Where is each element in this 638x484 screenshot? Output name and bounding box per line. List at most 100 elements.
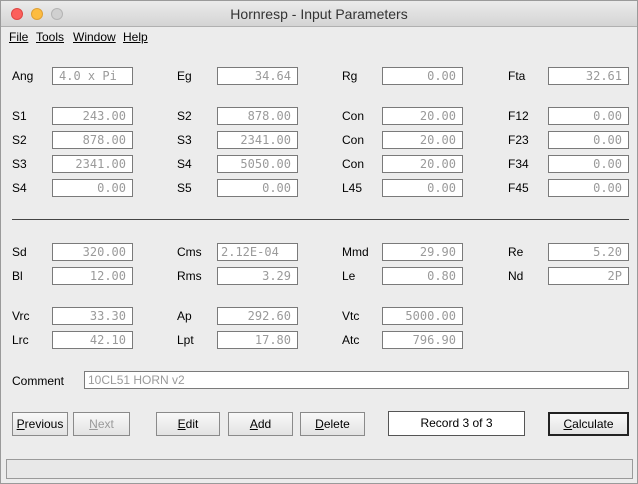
menu-window[interactable]: Window bbox=[73, 30, 116, 44]
previous-button[interactable]: Previous bbox=[12, 412, 68, 436]
menu-tools-label: Tools bbox=[36, 30, 65, 44]
menu-file[interactable]: File bbox=[9, 30, 28, 44]
field-f45[interactable]: 0.00 bbox=[548, 179, 629, 197]
field-sd[interactable]: 320.00 bbox=[52, 243, 133, 261]
label-cms: Cms bbox=[177, 245, 202, 259]
label-lrc: Lrc bbox=[12, 333, 29, 347]
field-mmd[interactable]: 29.90 bbox=[382, 243, 463, 261]
add-button[interactable]: Add bbox=[228, 412, 293, 436]
previous-rest: revious bbox=[24, 417, 64, 431]
window-title: Hornresp - Input Parameters bbox=[230, 6, 408, 22]
label-s4-upper: S4 bbox=[177, 157, 192, 171]
record-counter: Record 3 of 3 bbox=[388, 411, 525, 436]
label-con-2: Con bbox=[342, 133, 365, 147]
label-ang: Ang bbox=[12, 69, 34, 83]
calculate-accel: C bbox=[563, 417, 573, 431]
label-eg: Eg bbox=[177, 69, 192, 83]
label-lpt: Lpt bbox=[177, 333, 194, 347]
field-ap[interactable]: 292.60 bbox=[217, 307, 298, 325]
field-vrc[interactable]: 33.30 bbox=[52, 307, 133, 325]
add-accel: A bbox=[249, 417, 258, 431]
field-s4-upper[interactable]: 5050.00 bbox=[217, 155, 298, 173]
field-eg[interactable]: 34.64 bbox=[217, 67, 298, 85]
label-s2-upper: S2 bbox=[177, 109, 192, 123]
field-atc[interactable]: 796.90 bbox=[382, 331, 463, 349]
field-s3-lower[interactable]: 2341.00 bbox=[52, 155, 133, 173]
menu-help-label: Help bbox=[123, 30, 148, 44]
next-rest: ext bbox=[97, 417, 114, 431]
label-bl: Bl bbox=[12, 269, 23, 283]
field-con-1[interactable]: 20.00 bbox=[382, 107, 463, 125]
field-s1[interactable]: 243.00 bbox=[52, 107, 133, 125]
label-f23: F23 bbox=[508, 133, 529, 147]
label-vtc: Vtc bbox=[342, 309, 360, 323]
label-s2-lower: S2 bbox=[12, 133, 27, 147]
label-comment: Comment bbox=[12, 374, 65, 388]
label-s1: S1 bbox=[12, 109, 27, 123]
field-s4-lower[interactable]: 0.00 bbox=[52, 179, 133, 197]
field-nd[interactable]: 2P bbox=[548, 267, 629, 285]
field-bl[interactable]: 12.00 bbox=[52, 267, 133, 285]
field-f34[interactable]: 0.00 bbox=[548, 155, 629, 173]
menu-help[interactable]: Help bbox=[123, 30, 148, 44]
next-button[interactable]: Next bbox=[73, 412, 130, 436]
field-lpt[interactable]: 17.80 bbox=[217, 331, 298, 349]
label-s3-upper: S3 bbox=[177, 133, 192, 147]
calculate-rest: alculate bbox=[572, 417, 614, 431]
calculate-button[interactable]: Calculate bbox=[548, 412, 629, 436]
label-con-3: Con bbox=[342, 157, 365, 171]
label-f34: F34 bbox=[508, 157, 529, 171]
menu-tools[interactable]: Tools bbox=[36, 30, 64, 44]
field-re[interactable]: 5.20 bbox=[548, 243, 629, 261]
label-f45: F45 bbox=[508, 181, 529, 195]
field-rms[interactable]: 3.29 bbox=[217, 267, 298, 285]
previous-accel: P bbox=[16, 417, 25, 431]
field-l45[interactable]: 0.00 bbox=[382, 179, 463, 197]
field-lrc[interactable]: 42.10 bbox=[52, 331, 133, 349]
field-con-3[interactable]: 20.00 bbox=[382, 155, 463, 173]
field-s5[interactable]: 0.00 bbox=[217, 179, 298, 197]
label-s5: S5 bbox=[177, 181, 192, 195]
label-s4-lower: S4 bbox=[12, 181, 27, 195]
label-con-1: Con bbox=[342, 109, 365, 123]
edit-accel: E bbox=[177, 417, 186, 431]
label-rg: Rg bbox=[342, 69, 358, 83]
field-vtc[interactable]: 5000.00 bbox=[382, 307, 463, 325]
title-bar[interactable]: Hornresp - Input Parameters bbox=[1, 1, 637, 27]
field-s2-upper[interactable]: 878.00 bbox=[217, 107, 298, 125]
field-le[interactable]: 0.80 bbox=[382, 267, 463, 285]
label-fta: Fta bbox=[508, 69, 526, 83]
section-divider bbox=[12, 219, 629, 220]
field-ang[interactable]: 4.0 x Pi bbox=[52, 67, 133, 85]
field-s3-upper[interactable]: 2341.00 bbox=[217, 131, 298, 149]
label-re: Re bbox=[508, 245, 524, 259]
label-nd: Nd bbox=[508, 269, 524, 283]
status-bar bbox=[6, 459, 633, 479]
menu-file-label: File bbox=[9, 30, 29, 44]
menu-window-label: Window bbox=[73, 30, 116, 44]
field-f23[interactable]: 0.00 bbox=[548, 131, 629, 149]
edit-button[interactable]: Edit bbox=[156, 412, 220, 436]
label-s3-lower: S3 bbox=[12, 157, 27, 171]
next-accel: N bbox=[89, 417, 98, 431]
field-fta[interactable]: 32.61 bbox=[548, 67, 629, 85]
field-con-2[interactable]: 20.00 bbox=[382, 131, 463, 149]
hornresp-window: Hornresp - Input Parameters File Tools W… bbox=[0, 0, 638, 484]
comment-field[interactable]: 10CL51 HORN v2 bbox=[84, 371, 629, 389]
delete-button[interactable]: Delete bbox=[300, 412, 365, 436]
label-vrc: Vrc bbox=[12, 309, 30, 323]
label-ap: Ap bbox=[177, 309, 192, 323]
field-s2-lower[interactable]: 878.00 bbox=[52, 131, 133, 149]
delete-accel: D bbox=[315, 417, 324, 431]
field-rg[interactable]: 0.00 bbox=[382, 67, 463, 85]
edit-rest: dit bbox=[185, 417, 199, 431]
label-mmd: Mmd bbox=[342, 245, 369, 259]
delete-rest: elete bbox=[323, 417, 350, 431]
label-l45: L45 bbox=[342, 181, 363, 195]
label-atc: Atc bbox=[342, 333, 360, 347]
label-le: Le bbox=[342, 269, 356, 283]
label-sd: Sd bbox=[12, 245, 27, 259]
field-cms[interactable]: 2.12E-04 bbox=[217, 243, 298, 261]
field-f12[interactable]: 0.00 bbox=[548, 107, 629, 125]
label-f12: F12 bbox=[508, 109, 529, 123]
